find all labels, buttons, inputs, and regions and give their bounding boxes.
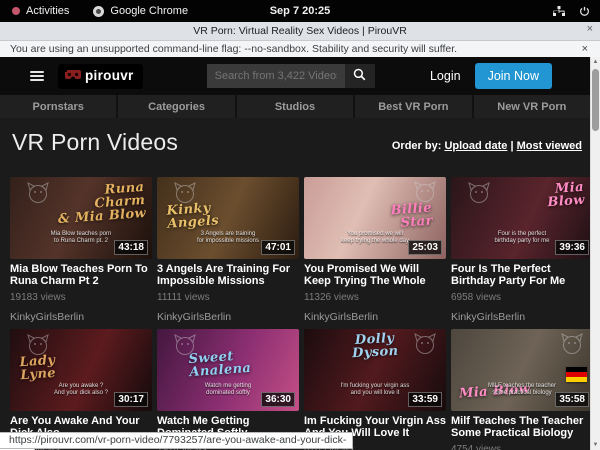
german-flag xyxy=(566,367,587,382)
chrome-icon xyxy=(93,6,104,17)
video-views: 11326 views xyxy=(304,292,446,303)
video-card: Billie Star You promised we will keep tr… xyxy=(304,177,446,323)
video-studio[interactable]: KinkyGirlsBerlin xyxy=(304,311,446,323)
activities-button[interactable]: Activities xyxy=(12,5,69,17)
order-most-viewed-link[interactable]: Most viewed xyxy=(517,140,582,152)
site-header: pirouvr Login Join Now xyxy=(0,57,590,95)
duration-badge: 25:03 xyxy=(408,240,442,255)
browser-tab-title: VR Porn: Virtual Reality Sex Videos | Pi… xyxy=(193,25,407,37)
join-now-button[interactable]: Join Now xyxy=(475,63,552,89)
thumb-overlay-name: Mia Blow xyxy=(546,181,585,210)
page-title: VR Porn Videos xyxy=(12,129,178,156)
video-grid: Runa Charm & Mia Blow Mia Blow teaches p… xyxy=(0,177,590,450)
video-title[interactable]: Milf Teaches The Teacher Some Practical … xyxy=(451,416,590,439)
studio-watermark-icon xyxy=(26,182,50,209)
video-thumb[interactable]: Mia Blow MILF teaches the teacher some p… xyxy=(451,329,590,411)
power-icon[interactable] xyxy=(579,6,590,17)
video-views: 19183 views xyxy=(10,292,152,303)
duration-badge: 43:18 xyxy=(114,240,148,255)
duration-badge: 36:30 xyxy=(261,392,295,407)
video-title[interactable]: 3 Angels Are Training For Impossible Mis… xyxy=(157,264,299,287)
duration-badge: 47:01 xyxy=(261,240,295,255)
hamburger-menu-icon[interactable] xyxy=(30,69,44,83)
video-views: 11111 views xyxy=(157,292,299,303)
status-url-bubble: https://pirouvr.com/vr-porn-video/779325… xyxy=(0,432,353,450)
video-thumb[interactable]: Lady Lyne Are you awake ? And your dick … xyxy=(10,329,152,411)
duration-badge: 30:17 xyxy=(114,392,148,407)
vr-goggles-icon xyxy=(65,67,81,85)
status-url-line1: https://pirouvr.com/vr-porn-video/779325… xyxy=(0,432,353,449)
nav-item-best-vr-porn[interactable]: Best VR Porn xyxy=(355,95,471,118)
scrollbar-down-icon[interactable]: ▼ xyxy=(591,442,600,448)
duration-badge: 33:59 xyxy=(408,392,442,407)
studio-watermark-icon xyxy=(467,182,491,209)
video-studio[interactable]: KinkyGirlsBerlin xyxy=(10,311,152,323)
video-card: Mia Blow MILF teaches the teacher some p… xyxy=(451,329,590,450)
site-logo[interactable]: pirouvr xyxy=(58,64,143,89)
order-by: Order by: Upload date | Most viewed xyxy=(392,140,582,156)
page-scrollbar[interactable]: ▲ ▼ xyxy=(590,57,600,450)
thumb-overlay-name: Sweet Analena xyxy=(188,349,252,379)
active-app-menu[interactable]: Google Chrome xyxy=(93,5,188,17)
video-thumb[interactable]: Mia Blow Four is the perfect birthday pa… xyxy=(451,177,590,259)
video-title[interactable]: You Promised We Will Keep Trying The Who… xyxy=(304,264,446,287)
search-button[interactable] xyxy=(345,64,375,88)
video-thumb[interactable]: Billie Star You promised we will keep tr… xyxy=(304,177,446,259)
search-icon xyxy=(353,68,366,84)
warning-message: You are using an unsupported command-lin… xyxy=(0,43,457,55)
warning-close-icon[interactable]: × xyxy=(582,43,588,55)
video-card: Kinky Angels 3 Angels are training for i… xyxy=(157,177,299,323)
system-top-bar: Activities Google Chrome Sep 7 20:25 xyxy=(0,0,600,22)
recording-indicator-icon xyxy=(12,7,20,15)
video-title[interactable]: Four Is The Perfect Birthday Party For M… xyxy=(451,264,590,287)
search-bar xyxy=(207,64,375,88)
screen: Activities Google Chrome Sep 7 20:25 VR … xyxy=(0,0,600,450)
duration-badge: 39:36 xyxy=(555,240,589,255)
scrollbar-thumb[interactable] xyxy=(592,69,599,131)
thumb-overlay-name: Billie Star xyxy=(390,202,433,231)
video-thumb[interactable]: Runa Charm & Mia Blow Mia Blow teaches p… xyxy=(10,177,152,259)
logo-text: pirouvr xyxy=(85,68,134,83)
scrollbar-up-icon[interactable]: ▲ xyxy=(591,59,600,65)
duration-badge: 35:58 xyxy=(555,392,589,407)
video-views: 4754 views xyxy=(451,444,590,450)
nav-item-new-vr-porn[interactable]: New VR Porn xyxy=(474,95,590,118)
search-input[interactable] xyxy=(207,64,345,88)
order-upload-date-link[interactable]: Upload date xyxy=(444,140,507,152)
video-studio[interactable]: KinkyGirlsBerlin xyxy=(157,311,299,323)
video-thumb[interactable]: Kinky Angels 3 Angels are training for i… xyxy=(157,177,299,259)
activities-label: Activities xyxy=(26,5,69,17)
video-studio[interactable]: KinkyGirlsBerlin xyxy=(451,311,590,323)
login-button[interactable]: Login xyxy=(430,69,461,83)
order-by-label: Order by: xyxy=(392,140,442,152)
browser-title-bar: VR Porn: Virtual Reality Sex Videos | Pi… xyxy=(0,22,600,41)
nav-item-pornstars[interactable]: Pornstars xyxy=(0,95,116,118)
video-views: 6958 views xyxy=(451,292,590,303)
order-separator: | xyxy=(510,140,513,152)
page-viewport: pirouvr Login Join Now Pornstars Categor… xyxy=(0,57,590,450)
nav-item-studios[interactable]: Studios xyxy=(237,95,353,118)
main-nav: Pornstars Categories Studios Best VR Por… xyxy=(0,95,590,118)
active-app-label: Google Chrome xyxy=(110,5,188,17)
video-card: Mia Blow Four is the perfect birthday pa… xyxy=(451,177,590,323)
nav-item-categories[interactable]: Categories xyxy=(118,95,234,118)
thumb-overlay-name: Runa Charm & Mia Blow xyxy=(55,181,146,226)
thumb-overlay-name: Kinky Angels xyxy=(166,201,219,231)
thumb-overlay-name: Lady Lyne xyxy=(19,354,57,382)
video-thumb[interactable]: Sweet Analena Watch me getting dominated… xyxy=(157,329,299,411)
studio-watermark-icon xyxy=(560,333,584,360)
window-close-icon[interactable]: × xyxy=(587,23,593,35)
video-thumb[interactable]: Dolly Dyson I'm fucking your virgin ass … xyxy=(304,329,446,411)
sandbox-warning-bar: You are using an unsupported command-lin… xyxy=(0,41,600,58)
video-title[interactable]: Mia Blow Teaches Porn To Runa Charm Pt 2 xyxy=(10,264,152,287)
video-card: Runa Charm & Mia Blow Mia Blow teaches p… xyxy=(10,177,152,323)
network-icon[interactable] xyxy=(553,6,565,17)
